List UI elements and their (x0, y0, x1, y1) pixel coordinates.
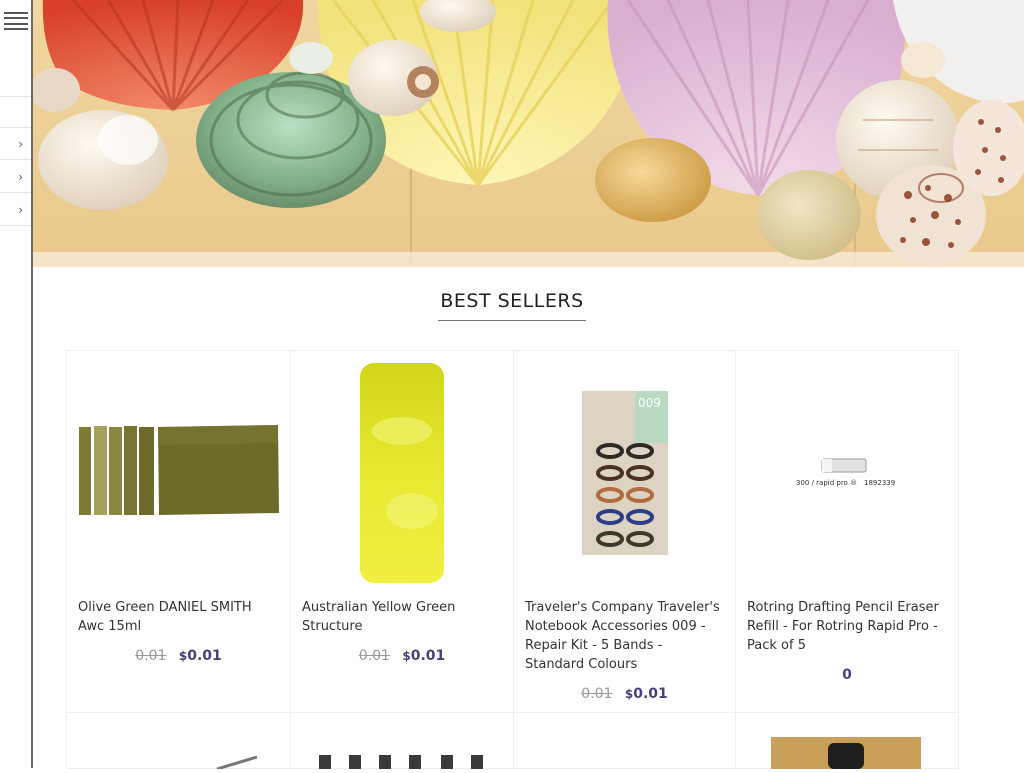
svg-text:009: 009 (638, 396, 661, 410)
product-card[interactable] (736, 713, 959, 769)
current-price: 0 (842, 667, 852, 683)
product-name[interactable]: Australian Yellow Green Structure (302, 598, 503, 636)
old-price: 0.01 (581, 686, 613, 702)
product-grid: Olive Green DANIEL SMITH Awc 15ml 0.01 $… (66, 350, 959, 771)
product-name[interactable]: Olive Green DANIEL SMITH Awc 15ml (78, 598, 280, 636)
product-card[interactable]: 009 Traveler's Company Traveler's Notebo… (514, 351, 736, 713)
product-card[interactable]: Australian Yellow Green Structure 0.01 $… (291, 351, 514, 713)
sidebar-expand-arrow-1[interactable]: › (0, 128, 31, 160)
current-price: $0.01 (624, 686, 668, 702)
product-image (771, 737, 921, 769)
section-title: BEST SELLERS (438, 290, 586, 321)
sidebar-divider (0, 96, 31, 97)
yellow-green-swatch-image (360, 362, 444, 583)
product-image (216, 755, 258, 771)
svg-text:300 / rapid pro ®: 300 / rapid pro ® (796, 479, 857, 487)
product-price: 0 (736, 667, 958, 683)
product-card[interactable]: 300 / rapid pro ® 1892339 Rotring Drafti… (736, 351, 959, 713)
product-card[interactable] (67, 713, 291, 771)
hamburger-menu-icon[interactable] (4, 12, 28, 30)
sidebar-expand-arrow-2[interactable]: › (0, 161, 31, 193)
product-image[interactable] (301, 359, 503, 587)
product-image (319, 755, 483, 769)
hero-banner-seashells (33, 0, 1024, 267)
current-price: $0.01 (178, 648, 222, 664)
product-name[interactable]: Rotring Drafting Pencil Eraser Refill - … (747, 598, 948, 655)
product-image[interactable]: 300 / rapid pro ® 1892339 (746, 359, 948, 587)
product-name[interactable]: Traveler's Company Traveler's Notebook A… (525, 598, 725, 674)
product-image[interactable]: 009 (524, 359, 725, 587)
product-price: 0.01 $0.01 (291, 648, 513, 664)
product-image[interactable] (77, 359, 280, 587)
product-price: 0.01 $0.01 (514, 686, 735, 702)
svg-text:1892339: 1892339 (864, 479, 895, 487)
old-price: 0.01 (135, 648, 167, 664)
product-card[interactable] (291, 713, 514, 769)
best-sellers-section: BEST SELLERS (0, 290, 1024, 321)
current-price: $0.01 (402, 648, 446, 664)
product-price: 0.01 $0.01 (67, 648, 290, 664)
repair-kit-image: 009 (581, 391, 668, 555)
olive-swatch-image (78, 425, 279, 515)
eraser-refill-image: 300 / rapid pro ® 1892339 (796, 458, 895, 487)
product-card[interactable]: Olive Green DANIEL SMITH Awc 15ml 0.01 $… (67, 351, 291, 713)
old-price: 0.01 (358, 648, 390, 664)
product-card[interactable] (514, 713, 736, 769)
side-menu: › › › (0, 0, 33, 768)
sidebar-expand-arrow-3[interactable]: › (0, 194, 31, 226)
